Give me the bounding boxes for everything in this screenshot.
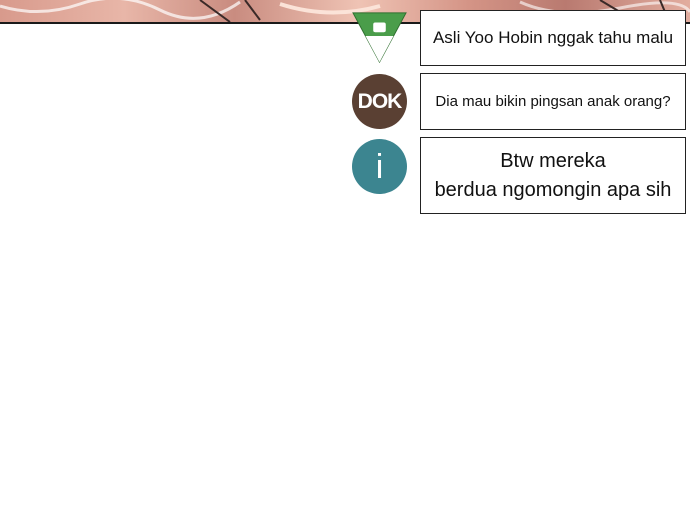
comment-1: Asli Yoo Hobin nggak tahu malu <box>352 10 688 66</box>
comment-bubble: Btw mereka berdua ngomongin apa sih <box>420 137 686 214</box>
comment-bubble: Asli Yoo Hobin nggak tahu malu <box>420 10 686 66</box>
dok-badge-icon[interactable]: DOK <box>352 74 407 129</box>
comment-text: Dia mau bikin pingsan anak orang? <box>435 93 671 110</box>
comment-text: Asli Yoo Hobin nggak tahu malu <box>432 28 674 47</box>
green-triangle-badge-icon[interactable] <box>352 10 407 65</box>
comment-2: DOK Dia mau bikin pingsan anak orang? <box>352 73 688 130</box>
comment-bubble: Dia mau bikin pingsan anak orang? <box>420 73 686 130</box>
info-icon[interactable]: i <box>352 139 407 194</box>
comment-text-line-1: Btw mereka <box>500 149 606 172</box>
avatar-label: DOK <box>357 89 403 113</box>
comment-text-line-2: berdua ngomongin apa sih <box>434 178 672 201</box>
comment-3: i Btw mereka berdua ngomongin apa sih <box>352 137 688 214</box>
avatar-label: i <box>375 147 384 186</box>
